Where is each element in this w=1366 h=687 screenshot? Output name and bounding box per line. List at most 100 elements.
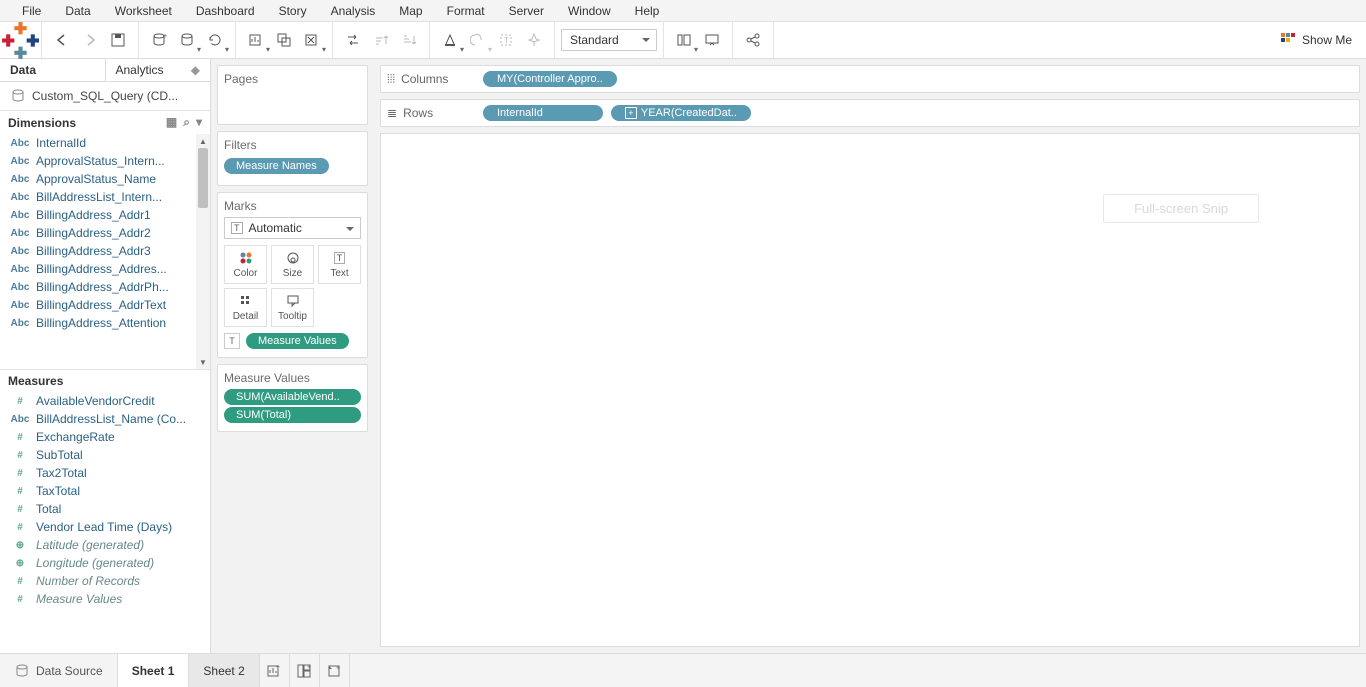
menu-worksheet[interactable]: Worksheet xyxy=(103,2,184,20)
size-icon xyxy=(274,250,311,266)
row-pill-year-createddate[interactable]: +YEAR(CreatedDat.. xyxy=(611,105,751,121)
marks-type-dropdown[interactable]: T Automatic xyxy=(224,217,361,239)
menu-analysis[interactable]: Analysis xyxy=(319,2,388,20)
fit-dropdown[interactable]: Standard xyxy=(561,29,657,51)
highlight-button[interactable]: ▾ xyxy=(436,26,464,54)
measure-field[interactable]: ⊕Longitude (generated) xyxy=(0,554,210,572)
sort-asc-button[interactable] xyxy=(367,26,395,54)
dimension-field[interactable]: AbcBillAddressList_Intern... xyxy=(0,188,210,206)
measure-field[interactable]: #ExchangeRate xyxy=(0,428,210,446)
search-icon[interactable]: ⌕ xyxy=(183,115,190,130)
mv-pill-sum-avc[interactable]: SUM(AvailableVend.. xyxy=(224,389,361,405)
group-button[interactable]: ▾ xyxy=(464,26,492,54)
marks-color[interactable]: Color xyxy=(224,245,267,284)
number-icon: # xyxy=(10,486,30,497)
datasource-tab[interactable]: Data Source xyxy=(0,654,118,687)
scroll-down-icon[interactable]: ▼ xyxy=(196,355,210,369)
menu-window[interactable]: Window xyxy=(556,2,623,20)
marks-detail[interactable]: Detail xyxy=(224,288,267,327)
svg-text:+: + xyxy=(163,33,167,40)
col-pill-controller-appro[interactable]: MY(Controller Appro.. xyxy=(483,71,617,87)
datasource-item[interactable]: Custom_SQL_Query (CD... xyxy=(0,82,210,110)
filter-pill-measure-names[interactable]: Measure Names xyxy=(224,158,329,174)
abc-icon: Abc xyxy=(10,156,30,167)
measure-field[interactable]: #Measure Values xyxy=(0,590,210,608)
pause-updates-button[interactable]: ▾ xyxy=(173,26,201,54)
dimension-field[interactable]: AbcBillingAddress_Attention xyxy=(0,314,210,332)
menu-map[interactable]: Map xyxy=(387,2,434,20)
dimension-field[interactable]: AbcApprovalStatus_Name xyxy=(0,170,210,188)
dimension-field[interactable]: AbcBillingAddress_Addr1 xyxy=(0,206,210,224)
measure-field[interactable]: #Total xyxy=(0,500,210,518)
new-story-tab[interactable]: + xyxy=(320,654,350,687)
measure-field[interactable]: #Tax2Total xyxy=(0,464,210,482)
menu-dashboard[interactable]: Dashboard xyxy=(184,2,267,20)
view-as-icon[interactable]: ▦ xyxy=(166,115,177,130)
measure-field[interactable]: ⊕Latitude (generated) xyxy=(0,536,210,554)
measure-field[interactable]: #Number of Records xyxy=(0,572,210,590)
row-pill-internalid[interactable]: InternalId xyxy=(483,105,603,121)
undo-button[interactable] xyxy=(48,26,76,54)
dimension-field[interactable]: AbcApprovalStatus_Intern... xyxy=(0,152,210,170)
tab-data[interactable]: Data xyxy=(0,59,106,81)
dimension-field[interactable]: AbcBillingAddress_AddrPh... xyxy=(0,278,210,296)
sheet-tab-2[interactable]: Sheet 2 xyxy=(189,654,259,687)
new-dashboard-tab[interactable]: + xyxy=(290,654,320,687)
duplicate-button[interactable] xyxy=(270,26,298,54)
scrollbar-thumb[interactable] xyxy=(198,148,208,208)
labels-button[interactable]: T xyxy=(492,26,520,54)
dimensions-header: Dimensions ▦ ⌕ ▾ xyxy=(0,110,210,134)
tableau-logo-icon[interactable] xyxy=(0,22,42,58)
measure-field[interactable]: #AvailableVendorCredit xyxy=(0,392,210,410)
marks-card: Marks T Automatic Color Size TText Detai… xyxy=(217,192,368,358)
tab-analytics[interactable]: Analytics◆ xyxy=(106,59,211,81)
scrollbar[interactable]: ▲ ▼ xyxy=(196,134,210,369)
full-screen-snip-overlay: Full-screen Snip xyxy=(1103,194,1259,223)
refresh-button[interactable]: ▾ xyxy=(201,26,229,54)
show-me-button[interactable]: Show Me xyxy=(1266,32,1366,48)
scroll-up-icon[interactable]: ▲ xyxy=(196,134,210,148)
menu-data[interactable]: Data xyxy=(53,2,102,20)
presentation-button[interactable] xyxy=(698,26,726,54)
measure-field[interactable]: AbcBillAddressList_Name (Co... xyxy=(0,410,210,428)
marks-text[interactable]: TText xyxy=(318,245,361,284)
viz-canvas[interactable]: Full-screen Snip xyxy=(380,133,1360,647)
dimension-field[interactable]: AbcBillingAddress_Addr3 xyxy=(0,242,210,260)
menu-icon[interactable]: ▾ xyxy=(196,115,202,130)
columns-shelf[interactable]: ⦙⦙⦙Columns MY(Controller Appro.. xyxy=(380,65,1360,93)
menu-format[interactable]: Format xyxy=(435,2,497,20)
clear-button[interactable]: ▾ xyxy=(298,26,326,54)
abc-icon: Abc xyxy=(10,138,30,149)
mv-pill-sum-total[interactable]: SUM(Total) xyxy=(224,407,361,423)
number-icon: # xyxy=(10,468,30,479)
dimension-field[interactable]: AbcInternalId xyxy=(0,134,210,152)
marks-tooltip[interactable]: Tooltip xyxy=(271,288,314,327)
swap-button[interactable] xyxy=(339,26,367,54)
pages-card[interactable]: Pages xyxy=(217,65,368,125)
menu-help[interactable]: Help xyxy=(623,2,672,20)
share-button[interactable] xyxy=(739,26,767,54)
measure-field[interactable]: #Vendor Lead Time (Days) xyxy=(0,518,210,536)
measure-field[interactable]: #SubTotal xyxy=(0,446,210,464)
abc-icon: Abc xyxy=(10,414,30,425)
new-worksheet-button[interactable]: ▾ xyxy=(242,26,270,54)
new-worksheet-tab[interactable]: + xyxy=(260,654,290,687)
dimension-field[interactable]: AbcBillingAddress_Addres... xyxy=(0,260,210,278)
menu-server[interactable]: Server xyxy=(497,2,556,20)
marks-size[interactable]: Size xyxy=(271,245,314,284)
marks-pill-measure-values[interactable]: Measure Values xyxy=(246,333,349,349)
dimension-field[interactable]: AbcBillingAddress_Addr2 xyxy=(0,224,210,242)
sheet-tab-1[interactable]: Sheet 1 xyxy=(118,654,190,687)
rows-shelf[interactable]: ≣Rows InternalId +YEAR(CreatedDat.. xyxy=(380,99,1360,127)
measure-field[interactable]: #TaxTotal xyxy=(0,482,210,500)
filters-card[interactable]: Filters Measure Names xyxy=(217,131,368,186)
new-datasource-button[interactable]: + xyxy=(145,26,173,54)
menu-file[interactable]: File xyxy=(10,2,53,20)
dimension-field[interactable]: AbcBillingAddress_AddrText xyxy=(0,296,210,314)
save-button[interactable] xyxy=(104,26,132,54)
menu-story[interactable]: Story xyxy=(267,2,319,20)
pin-button[interactable] xyxy=(520,26,548,54)
redo-button[interactable] xyxy=(76,26,104,54)
sort-desc-button[interactable] xyxy=(395,26,423,54)
show-cards-button[interactable]: ▾ xyxy=(670,26,698,54)
